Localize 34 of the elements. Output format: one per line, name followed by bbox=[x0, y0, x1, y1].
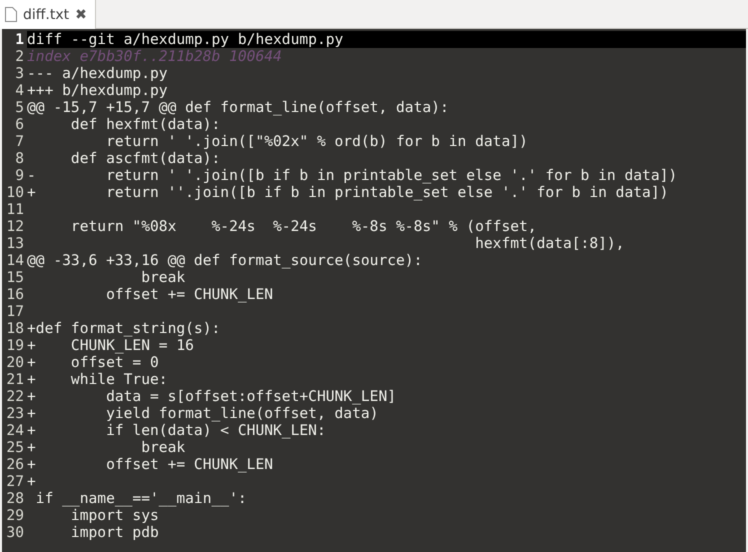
code-line: return ' '.join(["%02x" % ord(b) for b in data]) bbox=[105, 133, 528, 150]
tab-label: diff.txt bbox=[23, 6, 70, 22]
code-line: def hexfmt(data): bbox=[70, 116, 220, 133]
code-line: + data = s[offset:offset+CHUNK_LEN] bbox=[27, 388, 396, 405]
code-line: offset += CHUNK_LEN bbox=[105, 286, 274, 303]
code-line: @@ -15,7 +15,7 @@ def format_line(offset, data): bbox=[27, 99, 449, 116]
code-line: def ascfmt(data): bbox=[70, 150, 220, 167]
code-line: return "%08x %-24s %-24s %-8s %-8s" % (offset, bbox=[70, 218, 537, 235]
code-line: - return ' '.join([b if b in printable_set else '.' for b in data]) bbox=[27, 167, 678, 184]
code-editor[interactable] bbox=[2, 29, 746, 552]
code-line: import pdb bbox=[70, 524, 159, 541]
code-line: +def format_string(s): bbox=[27, 320, 220, 337]
code-line: + break bbox=[27, 439, 186, 456]
code-line: + CHUNK_LEN = 16 bbox=[27, 337, 194, 354]
code-line: @@ -33,6 +33,16 @@ def format_source(source): bbox=[27, 252, 422, 269]
code-line: hexfmt(data[:8]), bbox=[474, 235, 624, 252]
file-tab[interactable]: diff.txt ✖ bbox=[0, 0, 96, 29]
code-line: if __name__=='__main__': bbox=[34, 490, 247, 507]
line-number: 1 bbox=[2, 31, 27, 48]
code-line: + if len(data) < CHUNK_LEN: bbox=[27, 422, 326, 439]
file-icon bbox=[5, 7, 17, 22]
code-line: break bbox=[140, 269, 186, 286]
close-button[interactable]: ✖ bbox=[75, 6, 87, 22]
code-line: + bbox=[27, 473, 36, 490]
code-line: + return ''.join([b if b in printable_set else '.' for b in data]) bbox=[27, 184, 668, 201]
code-line: + while True: bbox=[27, 371, 168, 388]
code-line: import sys bbox=[70, 507, 159, 524]
code-line: index e7bb30f..211b28b 100644 bbox=[27, 48, 282, 65]
code-line: --- a/hexdump.py bbox=[27, 65, 168, 82]
code-line: + offset += CHUNK_LEN bbox=[27, 456, 274, 473]
code-line: + yield format_line(offset, data) bbox=[27, 405, 378, 422]
code-line: +++ b/hexdump.py bbox=[27, 82, 168, 99]
code-line: diff --git a/hexdump.py b/hexdump.py bbox=[27, 31, 344, 48]
code-line: + offset = 0 bbox=[27, 354, 159, 371]
